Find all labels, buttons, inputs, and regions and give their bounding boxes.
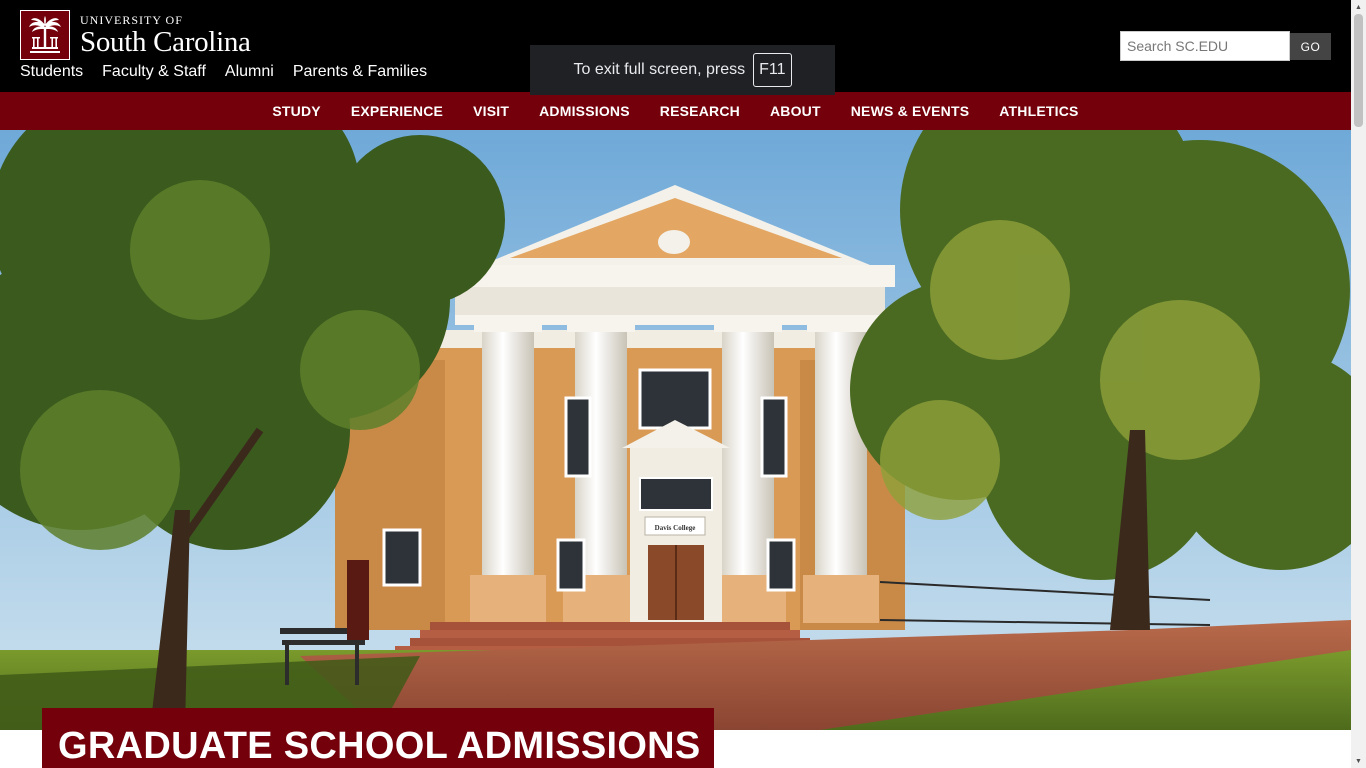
page-title: GRADUATE SCHOOL ADMISSIONS — [58, 725, 701, 767]
page-scrollbar[interactable]: ▲ ▼ — [1351, 0, 1366, 768]
scroll-down-arrow-icon[interactable]: ▼ — [1351, 754, 1366, 768]
main-nav-research[interactable]: RESEARCH — [645, 103, 755, 119]
main-nav-visit[interactable]: VISIT — [458, 103, 524, 119]
main-nav-admissions[interactable]: ADMISSIONS — [524, 103, 645, 119]
audience-link-alumni[interactable]: Alumni — [225, 62, 274, 82]
main-nav: STUDY EXPERIENCE VISIT ADMISSIONS RESEAR… — [0, 92, 1351, 130]
page-title-banner: GRADUATE SCHOOL ADMISSIONS — [42, 708, 714, 768]
building-sign-text: Davis College — [655, 524, 696, 532]
site-search: GO — [1120, 31, 1331, 61]
university-wordmark: UNIVERSITY OF South Carolina — [80, 10, 251, 58]
scroll-up-arrow-icon[interactable]: ▲ — [1351, 0, 1366, 14]
audience-link-parents-families[interactable]: Parents & Families — [293, 62, 427, 82]
main-nav-study[interactable]: STUDY — [257, 103, 335, 119]
audience-nav: Students Faculty & Staff Alumni Parents … — [20, 62, 427, 82]
main-nav-about[interactable]: ABOUT — [755, 103, 836, 119]
logo-main-line: South Carolina — [80, 26, 251, 58]
hero-image: Davis College — [0, 130, 1351, 730]
scrollbar-thumb[interactable] — [1354, 14, 1363, 127]
main-nav-athletics[interactable]: ATHLETICS — [984, 103, 1093, 119]
search-input[interactable] — [1120, 31, 1290, 61]
university-logo-link[interactable]: UNIVERSITY OF South Carolina — [20, 10, 251, 60]
audience-link-faculty-staff[interactable]: Faculty & Staff — [102, 62, 206, 82]
main-nav-experience[interactable]: EXPERIENCE — [336, 103, 458, 119]
palmetto-tree-icon — [20, 10, 70, 60]
fullscreen-exit-notice: To exit full screen, press F11 — [530, 45, 835, 95]
fullscreen-key-hint: F11 — [753, 53, 792, 87]
main-nav-news-events[interactable]: NEWS & EVENTS — [836, 103, 985, 119]
fullscreen-notice-text: To exit full screen, press — [573, 61, 746, 78]
search-go-button[interactable]: GO — [1290, 33, 1331, 60]
audience-link-students[interactable]: Students — [20, 62, 83, 82]
